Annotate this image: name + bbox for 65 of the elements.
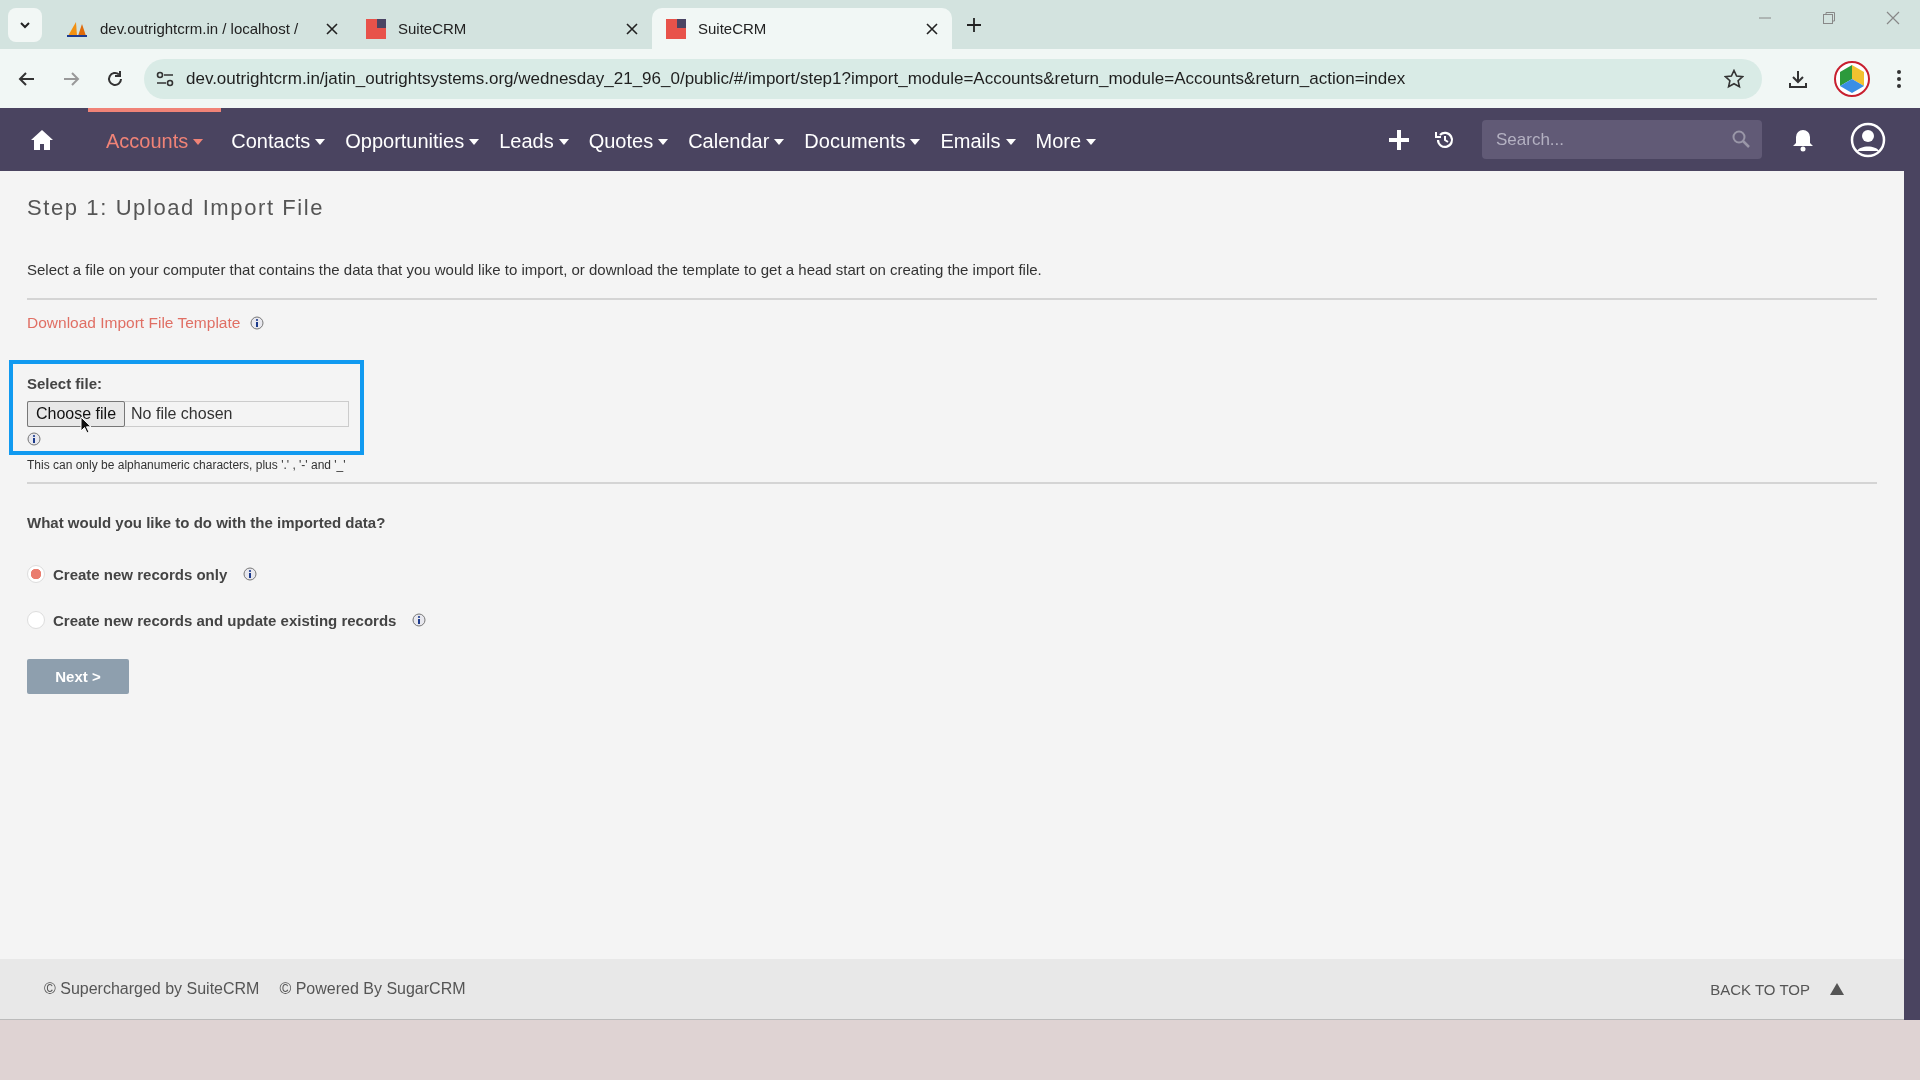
choose-file-button[interactable]: Choose file bbox=[27, 400, 126, 427]
close-icon[interactable] bbox=[926, 22, 938, 35]
square-logo-icon bbox=[366, 18, 386, 39]
option-label: Create new records only bbox=[53, 565, 228, 583]
back-icon[interactable] bbox=[18, 69, 36, 88]
caret-icon bbox=[774, 138, 785, 145]
credit-text: © Powered By SugarCRM bbox=[279, 980, 466, 998]
caret-icon bbox=[193, 138, 204, 145]
close-icon[interactable] bbox=[326, 22, 338, 35]
browser-tab[interactable]: SuiteCRM bbox=[652, 8, 952, 49]
profile-avatar-icon[interactable] bbox=[1834, 60, 1870, 97]
file-status-text: No file chosen bbox=[131, 405, 233, 423]
forward-icon[interactable] bbox=[62, 69, 80, 88]
caret-icon bbox=[558, 138, 569, 145]
close-icon[interactable] bbox=[626, 22, 638, 35]
nav-menu-item[interactable]: Emails bbox=[930, 108, 1026, 171]
nav-menu-item[interactable]: Calendar bbox=[678, 108, 795, 171]
scrollbar[interactable] bbox=[1904, 171, 1920, 1020]
up-triangle-icon[interactable] bbox=[1830, 983, 1844, 995]
nav-menu-item[interactable]: Documents bbox=[794, 108, 931, 171]
info-icon[interactable] bbox=[412, 613, 427, 627]
nav-menu-item[interactable]: Opportunities bbox=[335, 108, 490, 171]
back-to-top-link[interactable]: BACK TO TOP bbox=[1710, 980, 1810, 998]
caret-icon bbox=[1086, 138, 1097, 145]
nav-menu-item[interactable]: Contacts bbox=[221, 108, 336, 171]
radio-button[interactable] bbox=[27, 565, 45, 583]
browser-tab[interactable]: dev.outrightcrm.in / localhost / bbox=[52, 8, 352, 49]
tab-title: dev.outrightcrm.in / localhost / bbox=[100, 20, 300, 37]
user-icon[interactable] bbox=[1850, 121, 1886, 158]
nav-menu-item[interactable]: More bbox=[1025, 108, 1107, 171]
caret-icon bbox=[910, 138, 921, 145]
bookmark-star-icon[interactable] bbox=[1724, 68, 1744, 89]
credit-text: © Supercharged by SuiteCRM bbox=[44, 980, 260, 998]
info-icon[interactable] bbox=[27, 432, 41, 446]
radio-button[interactable] bbox=[27, 611, 45, 629]
restore-icon[interactable] bbox=[1822, 10, 1836, 25]
download-icon[interactable] bbox=[1788, 68, 1808, 89]
nav-menu-item[interactable]: Leads bbox=[489, 108, 579, 171]
tab-title: SuiteCRM bbox=[698, 20, 768, 37]
address-bar[interactable]: dev.outrightcrm.in/jatin_outrightsystems.org/wednesday_21_96_0/public/#/import/step1?import_module=Accounts&return_module=Accounts&return_action=index bbox=[144, 58, 1762, 99]
menu-icon[interactable] bbox=[1896, 68, 1902, 89]
bell-icon[interactable] bbox=[1792, 127, 1814, 152]
new-tab-icon[interactable] bbox=[966, 16, 982, 33]
square-logo-icon bbox=[666, 18, 686, 39]
reload-icon[interactable] bbox=[106, 69, 124, 88]
page-title: Step 1: Upload Import File bbox=[27, 195, 326, 222]
nav-menu-item[interactable]: Quotes bbox=[578, 108, 679, 171]
info-icon[interactable] bbox=[250, 316, 265, 330]
hint-text: This can only be alphanumeric characters, plus '.' , '-' and '_' bbox=[27, 458, 347, 472]
caret-icon bbox=[315, 138, 326, 145]
url-text: dev.outrightcrm.in/jatin_outrightsystems.org/wednesday_21_96_0/public/#/import/step1?import_module=Accounts&return_module=Accounts&return_action=index bbox=[186, 68, 1407, 89]
caret-icon bbox=[1005, 138, 1016, 145]
question-text: What would you like to do with the imported data? bbox=[27, 514, 387, 531]
site-settings-icon[interactable] bbox=[156, 70, 174, 87]
search-field[interactable]: Search... bbox=[1482, 120, 1762, 159]
info-icon[interactable] bbox=[243, 567, 258, 581]
browser-tab[interactable]: SuiteCRM bbox=[352, 8, 652, 49]
option-label: Create new records and update existing records bbox=[53, 611, 397, 629]
home-icon[interactable] bbox=[30, 128, 54, 151]
instructions-text: Select a file on your computer that contains the data that you would like to import, or download the template to get a head start on creating the import file. bbox=[27, 261, 1043, 278]
caret-icon bbox=[658, 138, 669, 145]
plus-icon[interactable] bbox=[1388, 128, 1410, 151]
caret-icon bbox=[469, 138, 480, 145]
select-file-label: Select file: bbox=[27, 375, 104, 392]
tab-title: SuiteCRM bbox=[398, 20, 468, 37]
